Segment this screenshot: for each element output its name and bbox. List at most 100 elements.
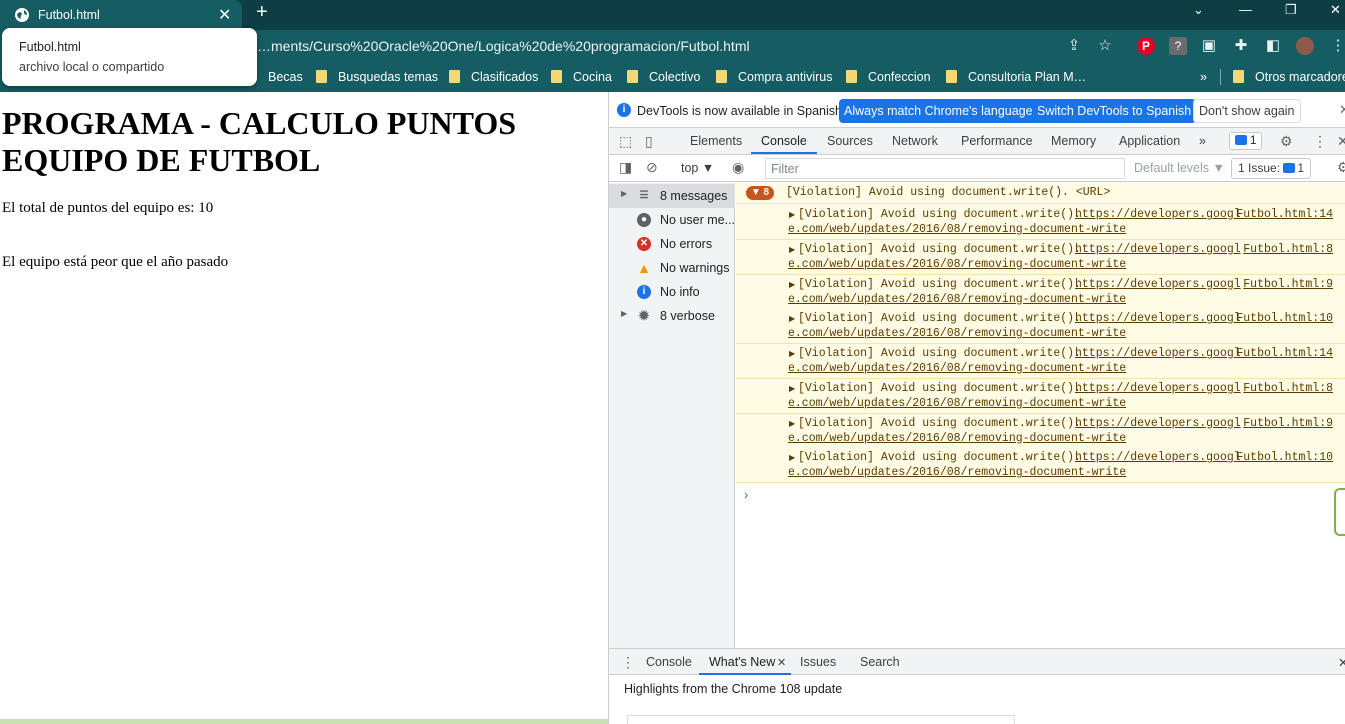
message-link-continued[interactable]: e.com/web/updates/2016/08/removing-docum…	[788, 397, 1126, 410]
more-tabs-button[interactable]: »	[1199, 134, 1206, 148]
source-location-link[interactable]: Futbol.html:8	[1243, 382, 1333, 395]
address-bar[interactable]: …ments/Curso%20Oracle%20One/Logica%20de%…	[257, 38, 750, 54]
expand-arrow-icon[interactable]: ▶	[789, 210, 795, 219]
bookmark-consultoria[interactable]: Consultoria Plan M…	[946, 70, 1086, 84]
source-location-link[interactable]: Futbol.html:14	[1236, 347, 1333, 360]
sidebar-item-info[interactable]: i No info	[609, 280, 735, 304]
expand-arrow-icon[interactable]: ▶	[789, 245, 795, 254]
new-tab-button[interactable]: +	[256, 1, 268, 24]
sidebar-toggle-icon[interactable]: ◨	[619, 159, 632, 176]
tab-sources[interactable]: Sources	[827, 134, 873, 148]
menu-icon[interactable]: ⋮	[1329, 37, 1345, 55]
bookmark-busquedas[interactable]: Busquedas temas	[316, 70, 438, 84]
bookmark-clasificados[interactable]: Clasificados	[449, 70, 538, 84]
bookmarks-more-button[interactable]: »	[1200, 70, 1207, 84]
drawer-tab-console[interactable]: Console	[646, 655, 692, 669]
media-icon[interactable]: ▣	[1200, 37, 1218, 55]
drawer-close-icon[interactable]: ✕	[1338, 655, 1345, 670]
message-link[interactable]: https://developers.googl	[1075, 451, 1241, 464]
tab-performance[interactable]: Performance	[961, 134, 1033, 148]
tab-search-icon[interactable]: ⌄	[1193, 2, 1204, 18]
browser-tab[interactable]: Futbol.html ✕	[0, 0, 242, 30]
floating-widget[interactable]	[1334, 488, 1345, 536]
expand-arrow-icon[interactable]: ▶	[789, 349, 795, 358]
help-icon[interactable]: ?	[1169, 37, 1187, 55]
sidebar-item-verbose[interactable]: ▶ ✹ 8 verbose	[609, 304, 735, 328]
console-message[interactable]: ▶ [Violation] Avoid using document.write(…	[736, 309, 1345, 345]
message-link-continued[interactable]: e.com/web/updates/2016/08/removing-docum…	[788, 362, 1126, 375]
clear-console-icon[interactable]: ⊘	[646, 159, 658, 176]
console-message[interactable]: ▶ [Violation] Avoid using document.write(…	[736, 239, 1345, 275]
bookmark-compra-antivirus[interactable]: Compra antivirus	[716, 70, 832, 84]
tab-console[interactable]: Console	[761, 134, 807, 148]
window-close-button[interactable]: ✕	[1330, 2, 1341, 18]
tab-memory[interactable]: Memory	[1051, 134, 1096, 148]
sidepanel-icon[interactable]: ◧	[1264, 37, 1282, 55]
console-message[interactable]: ▶ [Violation] Avoid using document.write(…	[736, 205, 1345, 240]
message-link[interactable]: https://developers.googl	[1075, 208, 1241, 221]
issues-button[interactable]: 1 Issue: 1	[1231, 158, 1312, 179]
bookmark-other[interactable]: Otros marcadores	[1233, 70, 1345, 84]
message-link-continued[interactable]: e.com/web/updates/2016/08/removing-docum…	[788, 293, 1126, 306]
message-link-continued[interactable]: e.com/web/updates/2016/08/removing-docum…	[788, 432, 1126, 445]
pinterest-icon[interactable]: P	[1137, 37, 1155, 55]
expand-arrow-icon[interactable]: ▶	[789, 280, 795, 289]
always-match-language-button[interactable]: Always match Chrome's language	[839, 99, 1038, 123]
bookmark-becas[interactable]: Becas	[268, 70, 303, 84]
whats-new-close-icon[interactable]: ✕	[777, 656, 786, 669]
sidebar-item-errors[interactable]: ✕ No errors	[609, 232, 735, 256]
more-options-icon[interactable]: ⋮	[1313, 133, 1327, 150]
sidebar-item-user-messages[interactable]: ● No user me...	[609, 208, 735, 232]
expand-arrow-icon[interactable]: ▶	[789, 419, 795, 428]
minimize-button[interactable]: —	[1239, 2, 1252, 17]
message-link[interactable]: https://developers.googl	[1075, 312, 1241, 325]
message-link[interactable]: https://developers.googl	[1075, 243, 1241, 256]
message-link[interactable]: https://developers.googl	[1075, 278, 1241, 291]
message-link-continued[interactable]: e.com/web/updates/2016/08/removing-docum…	[788, 258, 1126, 271]
avatar[interactable]	[1296, 37, 1314, 55]
source-location-link[interactable]: Futbol.html:10	[1236, 451, 1333, 464]
bookmark-confeccion[interactable]: Confeccion	[846, 70, 931, 84]
console-message[interactable]: ▶ [Violation] Avoid using document.write(…	[736, 274, 1345, 310]
source-location-link[interactable]: Futbol.html:8	[1243, 243, 1333, 256]
expand-arrow-icon[interactable]: ▶	[789, 314, 795, 323]
message-link-continued[interactable]: e.com/web/updates/2016/08/removing-docum…	[788, 223, 1126, 236]
console-message[interactable]: ▶ [Violation] Avoid using document.write(…	[736, 413, 1345, 449]
switch-to-spanish-button[interactable]: Switch DevTools to Spanish	[1032, 99, 1197, 123]
tab-network[interactable]: Network	[892, 134, 938, 148]
issues-badge[interactable]: 1	[1229, 132, 1263, 150]
extensions-icon[interactable]: ✚	[1232, 37, 1250, 55]
message-link[interactable]: https://developers.googl	[1075, 347, 1241, 360]
share-icon[interactable]: ⇪	[1065, 37, 1083, 55]
console-message[interactable]: ▶ [Violation] Avoid using document.write(…	[736, 448, 1345, 484]
console-settings-icon[interactable]: ⚙	[1337, 159, 1345, 176]
source-location-link[interactable]: Futbol.html:9	[1243, 417, 1333, 430]
restore-button[interactable]: ❐	[1285, 2, 1297, 18]
drawer-tab-search[interactable]: Search	[860, 655, 900, 669]
message-link-continued[interactable]: e.com/web/updates/2016/08/removing-docum…	[788, 327, 1126, 340]
devtools-close-icon[interactable]: ✕	[1337, 133, 1345, 150]
star-icon[interactable]: ☆	[1096, 37, 1114, 55]
source-location-link[interactable]: Futbol.html:9	[1243, 278, 1333, 291]
bookmark-colectivo[interactable]: Colectivo	[627, 70, 700, 84]
drawer-tab-whats-new[interactable]: What's New	[709, 655, 775, 669]
sidebar-item-messages[interactable]: ▶ ☰ 8 messages	[609, 184, 735, 208]
console-filter-input[interactable]	[765, 158, 1125, 179]
settings-gear-icon[interactable]: ⚙	[1280, 133, 1293, 150]
dont-show-again-button[interactable]: Don't show again	[1193, 99, 1301, 123]
sidebar-item-warnings[interactable]: ▲ No warnings	[609, 256, 735, 280]
log-levels-dropdown[interactable]: Default levels ▼	[1134, 161, 1225, 175]
source-location-link[interactable]: Futbol.html:14	[1236, 208, 1333, 221]
drawer-menu-icon[interactable]: ⋮	[621, 654, 635, 671]
source-location-link[interactable]: Futbol.html:10	[1236, 312, 1333, 325]
device-toolbar-icon[interactable]: ▯	[645, 133, 653, 150]
violation-group-header[interactable]: ▼ 8 [Violation] Avoid using document.wri…	[736, 183, 1345, 204]
message-link[interactable]: https://developers.googl	[1075, 382, 1241, 395]
context-selector[interactable]: top ▼	[681, 161, 714, 175]
message-link[interactable]: https://developers.googl	[1075, 417, 1241, 430]
tab-application[interactable]: Application	[1119, 134, 1180, 148]
tab-close-icon[interactable]: ✕	[218, 5, 231, 25]
inspect-element-icon[interactable]: ⬚	[619, 133, 632, 150]
drawer-tab-issues[interactable]: Issues	[800, 655, 836, 669]
expand-arrow-icon[interactable]: ▶	[789, 453, 795, 462]
